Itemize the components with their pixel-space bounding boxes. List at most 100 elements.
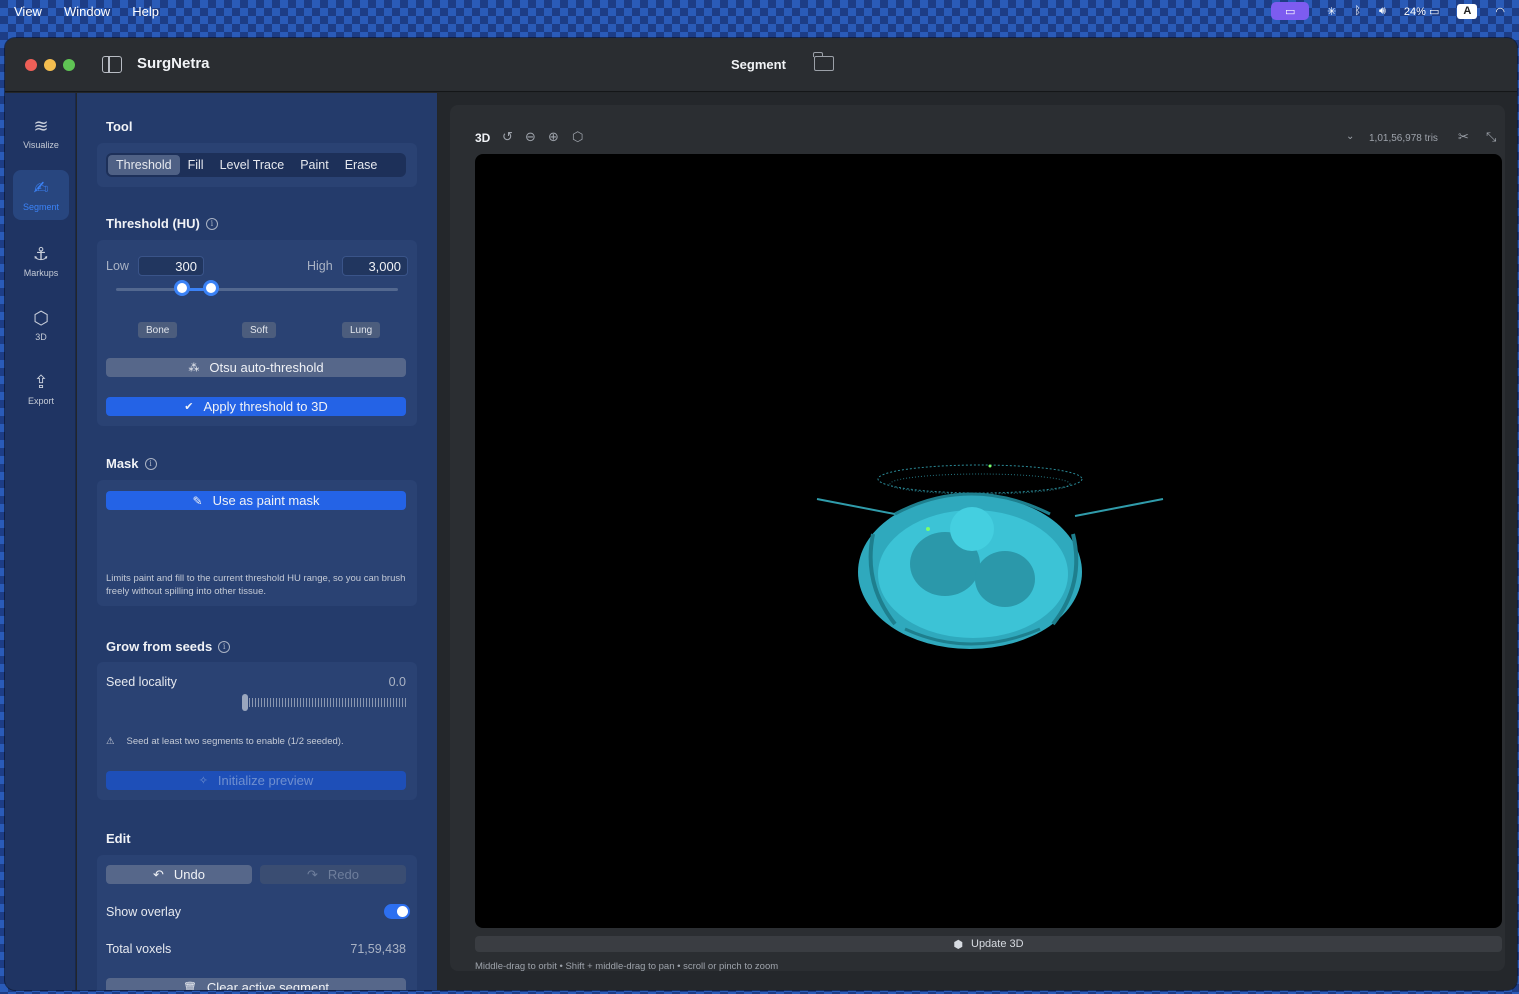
sparkle-icon: ✧ — [198, 775, 208, 787]
info-icon[interactable]: i — [205, 217, 218, 230]
trash-icon: 🗑︎ — [182, 982, 197, 990]
seed-warning: ⚠ Seed at least two segments to enable (1… — [106, 736, 344, 747]
menubar-status: ▭ ✳ ᛒ 🔊︎ 24% ▭ A ◠ — [1271, 0, 1505, 22]
redo-button[interactable]: ↷ Redo — [260, 865, 406, 884]
menu-view[interactable]: View — [14, 4, 42, 19]
layers-icon: ≋ — [33, 116, 49, 136]
rail-label: Export — [27, 396, 54, 406]
tool-section-title: Tool — [106, 119, 132, 134]
undo-button[interactable]: ↶ Undo — [106, 865, 252, 884]
viewer-area: 3D ↺ ⊖ ⊕ ⬡ ⌄ 1,01,56,978 tris ✂ ⤡ ⬢ Upda… — [438, 93, 1517, 990]
update-3d-button[interactable]: ⬢ Update 3D — [475, 936, 1502, 952]
wifi-icon[interactable]: ◠ — [1495, 5, 1505, 18]
navigation-hint: Middle-drag to orbit • Shift + middle-dr… — [475, 961, 779, 972]
titlebar: SurgNetra Segment — [5, 38, 1517, 92]
low-threshold-handle[interactable] — [174, 280, 190, 296]
chevron-down-icon[interactable]: ⌄ — [1346, 131, 1354, 142]
grow-section-title: Grow from seeds i — [106, 639, 231, 654]
rail-item-3d[interactable]: ⬡ 3D — [13, 300, 69, 350]
high-threshold-handle[interactable] — [203, 280, 219, 296]
undo-label: Undo — [173, 867, 205, 882]
bluetooth-icon[interactable]: ᛒ — [1354, 5, 1361, 17]
rail-label: Segment — [22, 202, 60, 212]
window-title: Segment — [731, 57, 786, 72]
rail-item-markups[interactable]: ⚓ Markups — [13, 236, 69, 286]
input-source-icon[interactable]: A — [1457, 3, 1478, 19]
total-voxels-value: 71,59,438 — [350, 942, 406, 956]
high-label: High — [307, 259, 333, 273]
seed-locality-handle[interactable] — [242, 694, 248, 711]
total-voxels-label: Total voxels — [106, 942, 172, 956]
viewer-card: 3D ↺ ⊖ ⊕ ⬡ ⌄ 1,01,56,978 tris ✂ ⤡ ⬢ Upda… — [450, 105, 1505, 972]
paint-mask-button[interactable]: ✎ Use as paint mask — [106, 491, 406, 510]
tool-erase[interactable]: Erase — [337, 155, 386, 175]
close-window-button[interactable] — [25, 59, 37, 71]
edit-section-title: Edit — [106, 831, 131, 846]
initialize-preview-button[interactable]: ✧ Initialize preview — [106, 771, 406, 790]
undo-icon: ↶ — [153, 866, 164, 882]
collapse-icon[interactable]: ⤡ — [1486, 129, 1496, 145]
checkmark-circle-icon: ✔ — [184, 401, 194, 413]
paint-mask-label: Use as paint mask — [212, 493, 320, 508]
apply-threshold-button[interactable]: ✔ Apply threshold to 3D — [106, 397, 406, 416]
battery-status[interactable]: 24% ▭ — [1404, 5, 1439, 18]
rail-item-export[interactable]: ⇪ Export — [13, 364, 69, 414]
seed-locality-label: Seed locality — [106, 675, 177, 689]
clear-segment-label: Clear active segment — [206, 980, 330, 990]
seed-locality-slider[interactable] — [246, 698, 406, 707]
volume-icon[interactable]: 🔊︎ — [1379, 5, 1386, 18]
sidebar-toggle-icon[interactable] — [102, 56, 122, 73]
clear-segment-button[interactable]: 🗑︎ Clear active segment — [106, 978, 406, 990]
redo-label: Redo — [327, 867, 359, 882]
preset-lung-button[interactable]: Lung — [342, 322, 381, 338]
rendered-3d-model — [816, 464, 1164, 649]
seed-warning-text: Seed at least two segments to enable (1/… — [126, 736, 344, 747]
rail-label: Visualize — [23, 140, 59, 150]
zoom-in-icon[interactable]: ⊕ — [548, 129, 559, 145]
threshold-section-title: Threshold (HU) i — [106, 216, 218, 231]
preset-soft-button[interactable]: Soft — [242, 322, 276, 338]
tool-fill[interactable]: Fill — [180, 155, 212, 175]
3d-render-canvas[interactable] — [475, 154, 1502, 928]
tool-threshold[interactable]: Threshold — [108, 155, 180, 175]
mask-section-title: Mask i — [106, 456, 157, 471]
rail-item-visualize[interactable]: ≋ Visualize — [13, 108, 69, 158]
wand-icon: ⁂ — [188, 362, 200, 374]
folder-icon[interactable] — [813, 52, 834, 71]
threshold-range-track[interactable] — [116, 288, 398, 291]
triangle-count: 1,01,56,978 tris — [1369, 133, 1438, 144]
minimize-window-button[interactable] — [44, 59, 56, 71]
rail-item-segment[interactable]: ✍ Segment — [13, 170, 69, 220]
screen-mirroring-icon[interactable]: ▭ — [1271, 2, 1310, 20]
reset-view-icon[interactable]: ↺ — [502, 129, 513, 145]
tool-level-trace[interactable]: Level Trace — [212, 155, 293, 175]
menu-window[interactable]: Window — [64, 4, 110, 19]
info-icon[interactable]: i — [218, 640, 231, 653]
brightness-icon[interactable]: ✳ — [1327, 5, 1336, 18]
warning-icon: ⚠ — [106, 736, 115, 747]
mask-description: Limits paint and fill to the current thr… — [106, 573, 406, 597]
otsu-button[interactable]: ⁂ Otsu auto-threshold — [106, 358, 406, 377]
zoom-window-button[interactable] — [63, 59, 75, 71]
tool-segmented-control: Threshold Fill Level Trace Paint Erase — [106, 153, 406, 177]
otsu-label: Otsu auto-threshold — [209, 360, 324, 375]
info-icon[interactable]: i — [144, 457, 157, 470]
preset-bone-button[interactable]: Bone — [138, 322, 178, 338]
menu-help[interactable]: Help — [132, 4, 159, 19]
low-value-field[interactable]: 300 — [138, 256, 204, 276]
scissors-icon[interactable]: ✂ — [1458, 129, 1469, 145]
app-window: SurgNetra Segment ≋ Visualize ✍ Segment … — [5, 38, 1517, 990]
update-3d-label: Update 3D — [971, 938, 1024, 950]
cube-icon: ⬢ — [953, 938, 963, 951]
tool-paint[interactable]: Paint — [292, 155, 337, 175]
low-label: Low — [106, 259, 129, 273]
show-overlay-toggle[interactable] — [384, 904, 410, 919]
rail-label: Markups — [23, 268, 59, 278]
brush-icon: ✎ — [192, 493, 203, 508]
zoom-out-icon[interactable]: ⊖ — [525, 129, 536, 145]
high-value-field[interactable]: 3,000 — [342, 256, 408, 276]
cube-icon[interactable]: ⬡ — [572, 129, 583, 145]
app-title: SurgNetra — [137, 55, 210, 72]
edit-title: Edit — [106, 831, 131, 846]
show-overlay-label: Show overlay — [106, 905, 182, 919]
